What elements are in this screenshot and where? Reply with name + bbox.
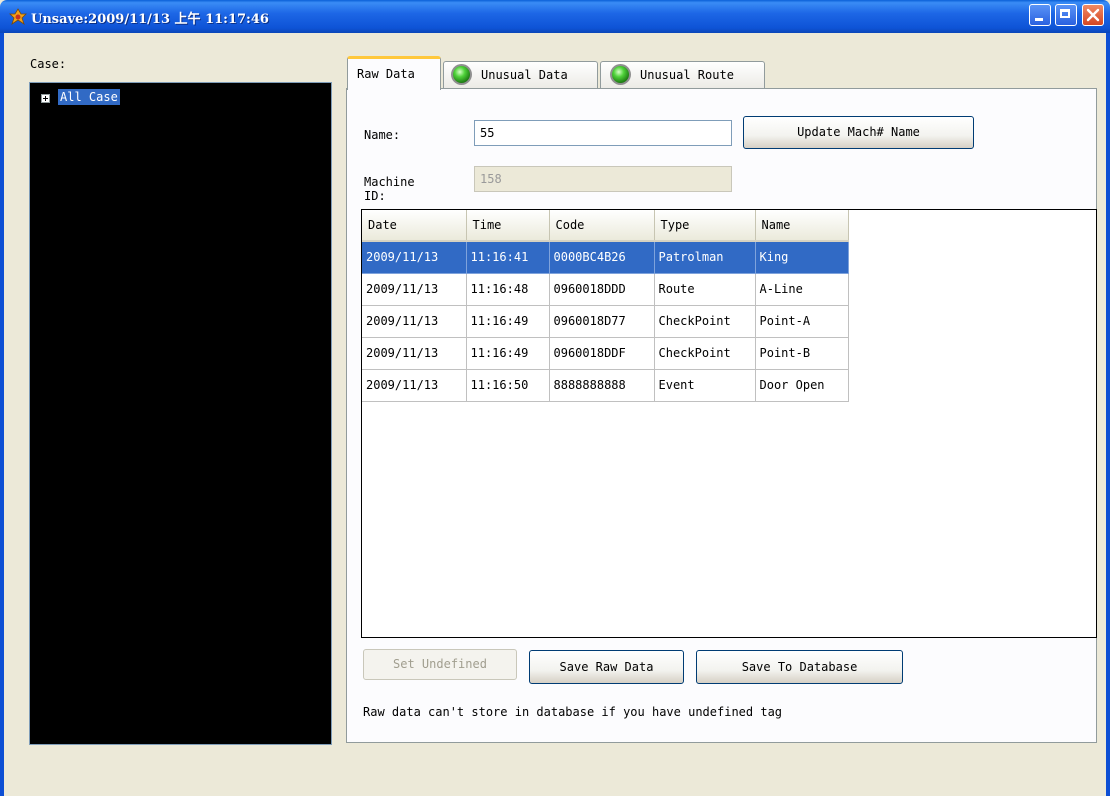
cell-type: Patrolman — [654, 241, 756, 274]
green-led-icon — [451, 64, 472, 85]
tab-label: Unusual Data — [481, 68, 568, 82]
close-icon — [1086, 8, 1100, 22]
name-label: Name: — [364, 128, 401, 142]
tab-raw-data[interactable]: Raw Data — [347, 56, 441, 90]
cell-time: 11:16:50 — [466, 369, 550, 402]
raw-data-grid[interactable]: Date Time Code Type Name 2009/11/13 11:1… — [361, 209, 1097, 638]
cell-date: 2009/11/13 — [362, 337, 467, 370]
cell-time: 11:16:41 — [466, 241, 550, 274]
tab-unusual-data[interactable]: Unusual Data — [443, 61, 598, 88]
cell-type: Event — [654, 369, 756, 402]
cell-time: 11:16:49 — [466, 337, 550, 370]
undefined-tag-note: Raw data can't store in database if you … — [363, 705, 783, 719]
cell-name: Point-B — [755, 337, 849, 370]
save-raw-data-button[interactable]: Save Raw Data — [529, 650, 684, 684]
cell-type: Route — [654, 273, 756, 306]
app-icon — [9, 8, 27, 25]
cell-name: King — [755, 241, 849, 274]
title-bar[interactable]: Unsave:2009/11/13 上午 11:17:46 — [0, 0, 1110, 33]
window-border-right — [1106, 33, 1110, 796]
cell-code: 8888888888 — [549, 369, 655, 402]
cell-type: CheckPoint — [654, 337, 756, 370]
maximize-icon — [1060, 9, 1070, 18]
maximize-button[interactable] — [1055, 4, 1077, 26]
cell-time: 11:16:48 — [466, 273, 550, 306]
table-row[interactable]: 2009/11/13 11:16:49 0960018D77 CheckPoin… — [362, 305, 849, 338]
cell-code: 0960018DDD — [549, 273, 655, 306]
update-mach-name-button[interactable]: Update Mach# Name — [743, 116, 974, 149]
column-header-date[interactable]: Date — [362, 210, 467, 242]
expand-plus-icon[interactable] — [41, 94, 50, 103]
column-header-code[interactable]: Code — [549, 210, 655, 242]
table-row[interactable]: 2009/11/13 11:16:49 0960018DDF CheckPoin… — [362, 337, 849, 370]
column-header-type[interactable]: Type — [654, 210, 756, 242]
cell-date: 2009/11/13 — [362, 369, 467, 402]
column-header-time[interactable]: Time — [466, 210, 550, 242]
cell-name: Point-A — [755, 305, 849, 338]
table-header-row: Date Time Code Type Name — [362, 210, 849, 242]
cell-name: Door Open — [755, 369, 849, 402]
minimize-icon — [1035, 18, 1043, 21]
close-button[interactable] — [1082, 4, 1104, 26]
save-to-database-button[interactable]: Save To Database — [696, 650, 903, 684]
machine-id-field — [474, 166, 732, 192]
window-title: Unsave:2009/11/13 上午 11:17:46 — [31, 12, 269, 27]
raw-data-table: Date Time Code Type Name 2009/11/13 11:1… — [362, 210, 849, 402]
table-row[interactable]: 2009/11/13 11:16:48 0960018DDD Route A-L… — [362, 273, 849, 306]
cell-time: 11:16:49 — [466, 305, 550, 338]
set-undefined-button[interactable]: Set Undefined — [363, 649, 517, 680]
cell-code: 0960018D77 — [549, 305, 655, 338]
cell-date: 2009/11/13 — [362, 305, 467, 338]
tree-node-all-case[interactable]: All Case — [58, 89, 120, 105]
case-label: Case: — [30, 57, 67, 71]
table-row[interactable]: 2009/11/13 11:16:50 8888888888 Event Doo… — [362, 369, 849, 402]
tab-unusual-route[interactable]: Unusual Route — [600, 61, 765, 88]
window-border-left — [0, 33, 4, 796]
tab-label: Unusual Route — [640, 68, 734, 82]
cell-code: 0960018DDF — [549, 337, 655, 370]
green-led-icon — [610, 64, 631, 85]
table-row[interactable]: 2009/11/13 11:16:41 0000BC4B26 Patrolman… — [362, 241, 849, 274]
machine-id-label: Machine ID: — [364, 175, 415, 203]
cell-name: A-Line — [755, 273, 849, 306]
cell-code: 0000BC4B26 — [549, 241, 655, 274]
case-tree[interactable]: All Case — [29, 82, 332, 745]
cell-type: CheckPoint — [654, 305, 756, 338]
name-input[interactable] — [474, 120, 732, 146]
column-header-name[interactable]: Name — [755, 210, 849, 242]
tab-label: Raw Data — [357, 67, 415, 81]
cell-date: 2009/11/13 — [362, 273, 467, 306]
minimize-button[interactable] — [1029, 4, 1051, 26]
cell-date: 2009/11/13 — [362, 241, 467, 274]
